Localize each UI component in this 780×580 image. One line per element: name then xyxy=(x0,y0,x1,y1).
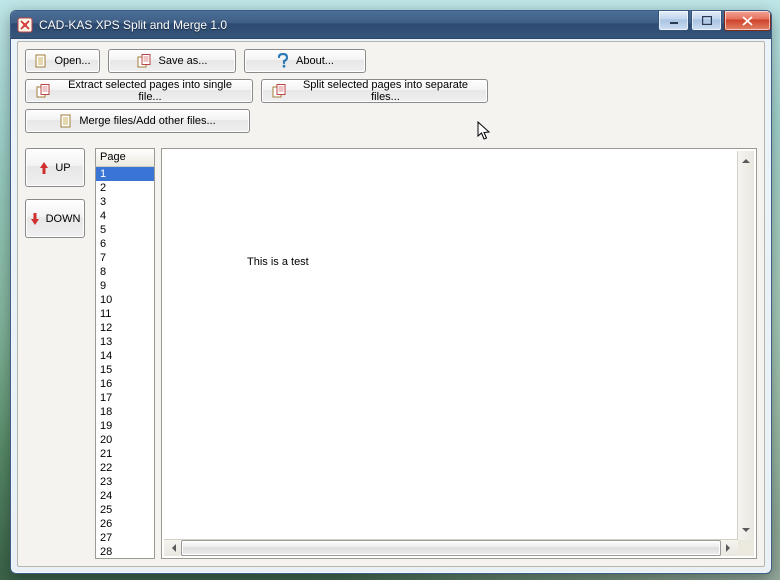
page-list-item[interactable]: 10 xyxy=(96,293,154,307)
page-list-item[interactable]: 20 xyxy=(96,433,154,447)
close-icon xyxy=(742,16,753,26)
merge-button[interactable]: Merge files/Add other files... xyxy=(25,109,250,133)
toolbar-row-3: Merge files/Add other files... xyxy=(25,109,757,133)
scroll-right-button[interactable] xyxy=(722,540,738,556)
page-list-item[interactable]: 16 xyxy=(96,377,154,391)
vertical-scrollbar[interactable] xyxy=(737,151,754,540)
page-list[interactable]: 1234567891011121314151617181920212223242… xyxy=(95,167,155,559)
maximize-button[interactable] xyxy=(691,11,722,31)
move-down-button[interactable]: DOWN xyxy=(25,199,85,238)
reorder-column: UP DOWN xyxy=(25,148,89,559)
page-list-item[interactable]: 4 xyxy=(96,209,154,223)
page-list-item[interactable]: 11 xyxy=(96,307,154,321)
arrow-down-icon xyxy=(30,212,40,226)
page-list-item[interactable]: 21 xyxy=(96,447,154,461)
page-list-header[interactable]: Page xyxy=(95,148,155,167)
split-icon xyxy=(272,84,288,98)
app-window: CAD-KAS XPS Split and Merge 1.0 Open... xyxy=(10,10,772,574)
merge-label: Merge files/Add other files... xyxy=(79,115,215,127)
move-up-button[interactable]: UP xyxy=(25,148,85,187)
page-list-item[interactable]: 18 xyxy=(96,405,154,419)
page-list-item[interactable]: 17 xyxy=(96,391,154,405)
toolbar-row-2: Extract selected pages into single file.… xyxy=(25,79,757,103)
page-list-item[interactable]: 13 xyxy=(96,335,154,349)
close-button[interactable] xyxy=(724,11,771,31)
merge-icon xyxy=(59,114,73,128)
page-list-item[interactable]: 23 xyxy=(96,475,154,489)
scroll-up-button[interactable] xyxy=(738,151,754,167)
page-list-item[interactable]: 2 xyxy=(96,181,154,195)
page-list-item[interactable]: 24 xyxy=(96,489,154,503)
arrow-up-icon xyxy=(39,161,49,175)
toolbar-row-1: Open... Save as... xyxy=(25,49,757,73)
page-list-item[interactable]: 14 xyxy=(96,349,154,363)
page-list-item[interactable]: 19 xyxy=(96,419,154,433)
chevron-left-icon xyxy=(168,544,176,552)
extract-button[interactable]: Extract selected pages into single file.… xyxy=(25,79,253,103)
page-list-item[interactable]: 9 xyxy=(96,279,154,293)
work-area: UP DOWN Page 123456789101112131415161718… xyxy=(25,148,757,559)
horizontal-scrollbar-thumb[interactable] xyxy=(181,540,721,556)
preview-content-text: This is a test xyxy=(247,256,309,268)
chevron-up-icon xyxy=(742,155,750,163)
down-label: DOWN xyxy=(46,213,81,225)
chevron-down-icon xyxy=(742,528,750,536)
page-header-label: Page xyxy=(100,151,126,163)
chevron-right-icon xyxy=(726,544,734,552)
main-panel: Open... Save as... xyxy=(17,41,765,567)
page-list-item[interactable]: 28 xyxy=(96,545,154,559)
preview-pane: This is a test xyxy=(161,148,757,559)
saveas-label: Save as... xyxy=(159,55,208,67)
split-label: Split selected pages into separate files… xyxy=(294,79,477,103)
page-list-column: Page 12345678910111213141516171819202122… xyxy=(95,148,155,559)
preview-canvas: This is a test xyxy=(165,152,738,540)
horizontal-scrollbar[interactable] xyxy=(164,539,738,556)
toolbar-area: Open... Save as... xyxy=(18,42,764,143)
titlebar[interactable]: CAD-KAS XPS Split and Merge 1.0 xyxy=(11,11,771,39)
scroll-left-button[interactable] xyxy=(164,540,180,556)
document-icon xyxy=(34,54,48,68)
extract-label: Extract selected pages into single file.… xyxy=(58,79,242,103)
about-label: About... xyxy=(296,55,334,67)
extract-icon xyxy=(36,84,52,98)
help-icon xyxy=(276,53,290,69)
page-list-item[interactable]: 26 xyxy=(96,517,154,531)
page-list-item[interactable]: 22 xyxy=(96,461,154,475)
maximize-icon xyxy=(702,16,712,25)
page-list-item[interactable]: 8 xyxy=(96,265,154,279)
page-list-item[interactable]: 5 xyxy=(96,223,154,237)
page-list-item[interactable]: 3 xyxy=(96,195,154,209)
window-buttons xyxy=(658,11,771,38)
page-list-item[interactable]: 15 xyxy=(96,363,154,377)
saveas-button[interactable]: Save as... xyxy=(108,49,236,73)
page-list-item[interactable]: 25 xyxy=(96,503,154,517)
page-list-item[interactable]: 1 xyxy=(96,167,154,181)
documents-stack-icon xyxy=(137,54,153,68)
split-button[interactable]: Split selected pages into separate files… xyxy=(261,79,488,103)
window-title: CAD-KAS XPS Split and Merge 1.0 xyxy=(39,18,652,32)
up-label: UP xyxy=(55,162,70,174)
minimize-icon xyxy=(669,17,679,25)
app-icon xyxy=(17,17,33,33)
open-label: Open... xyxy=(54,55,90,67)
scrollbar-corner xyxy=(738,540,754,556)
page-list-item[interactable]: 27 xyxy=(96,531,154,545)
client-area: Open... Save as... xyxy=(17,41,765,567)
minimize-button[interactable] xyxy=(658,11,689,31)
scroll-down-button[interactable] xyxy=(738,524,754,540)
open-button[interactable]: Open... xyxy=(25,49,100,73)
page-list-item[interactable]: 12 xyxy=(96,321,154,335)
page-list-item[interactable]: 6 xyxy=(96,237,154,251)
page-list-item[interactable]: 7 xyxy=(96,251,154,265)
about-button[interactable]: About... xyxy=(244,49,366,73)
